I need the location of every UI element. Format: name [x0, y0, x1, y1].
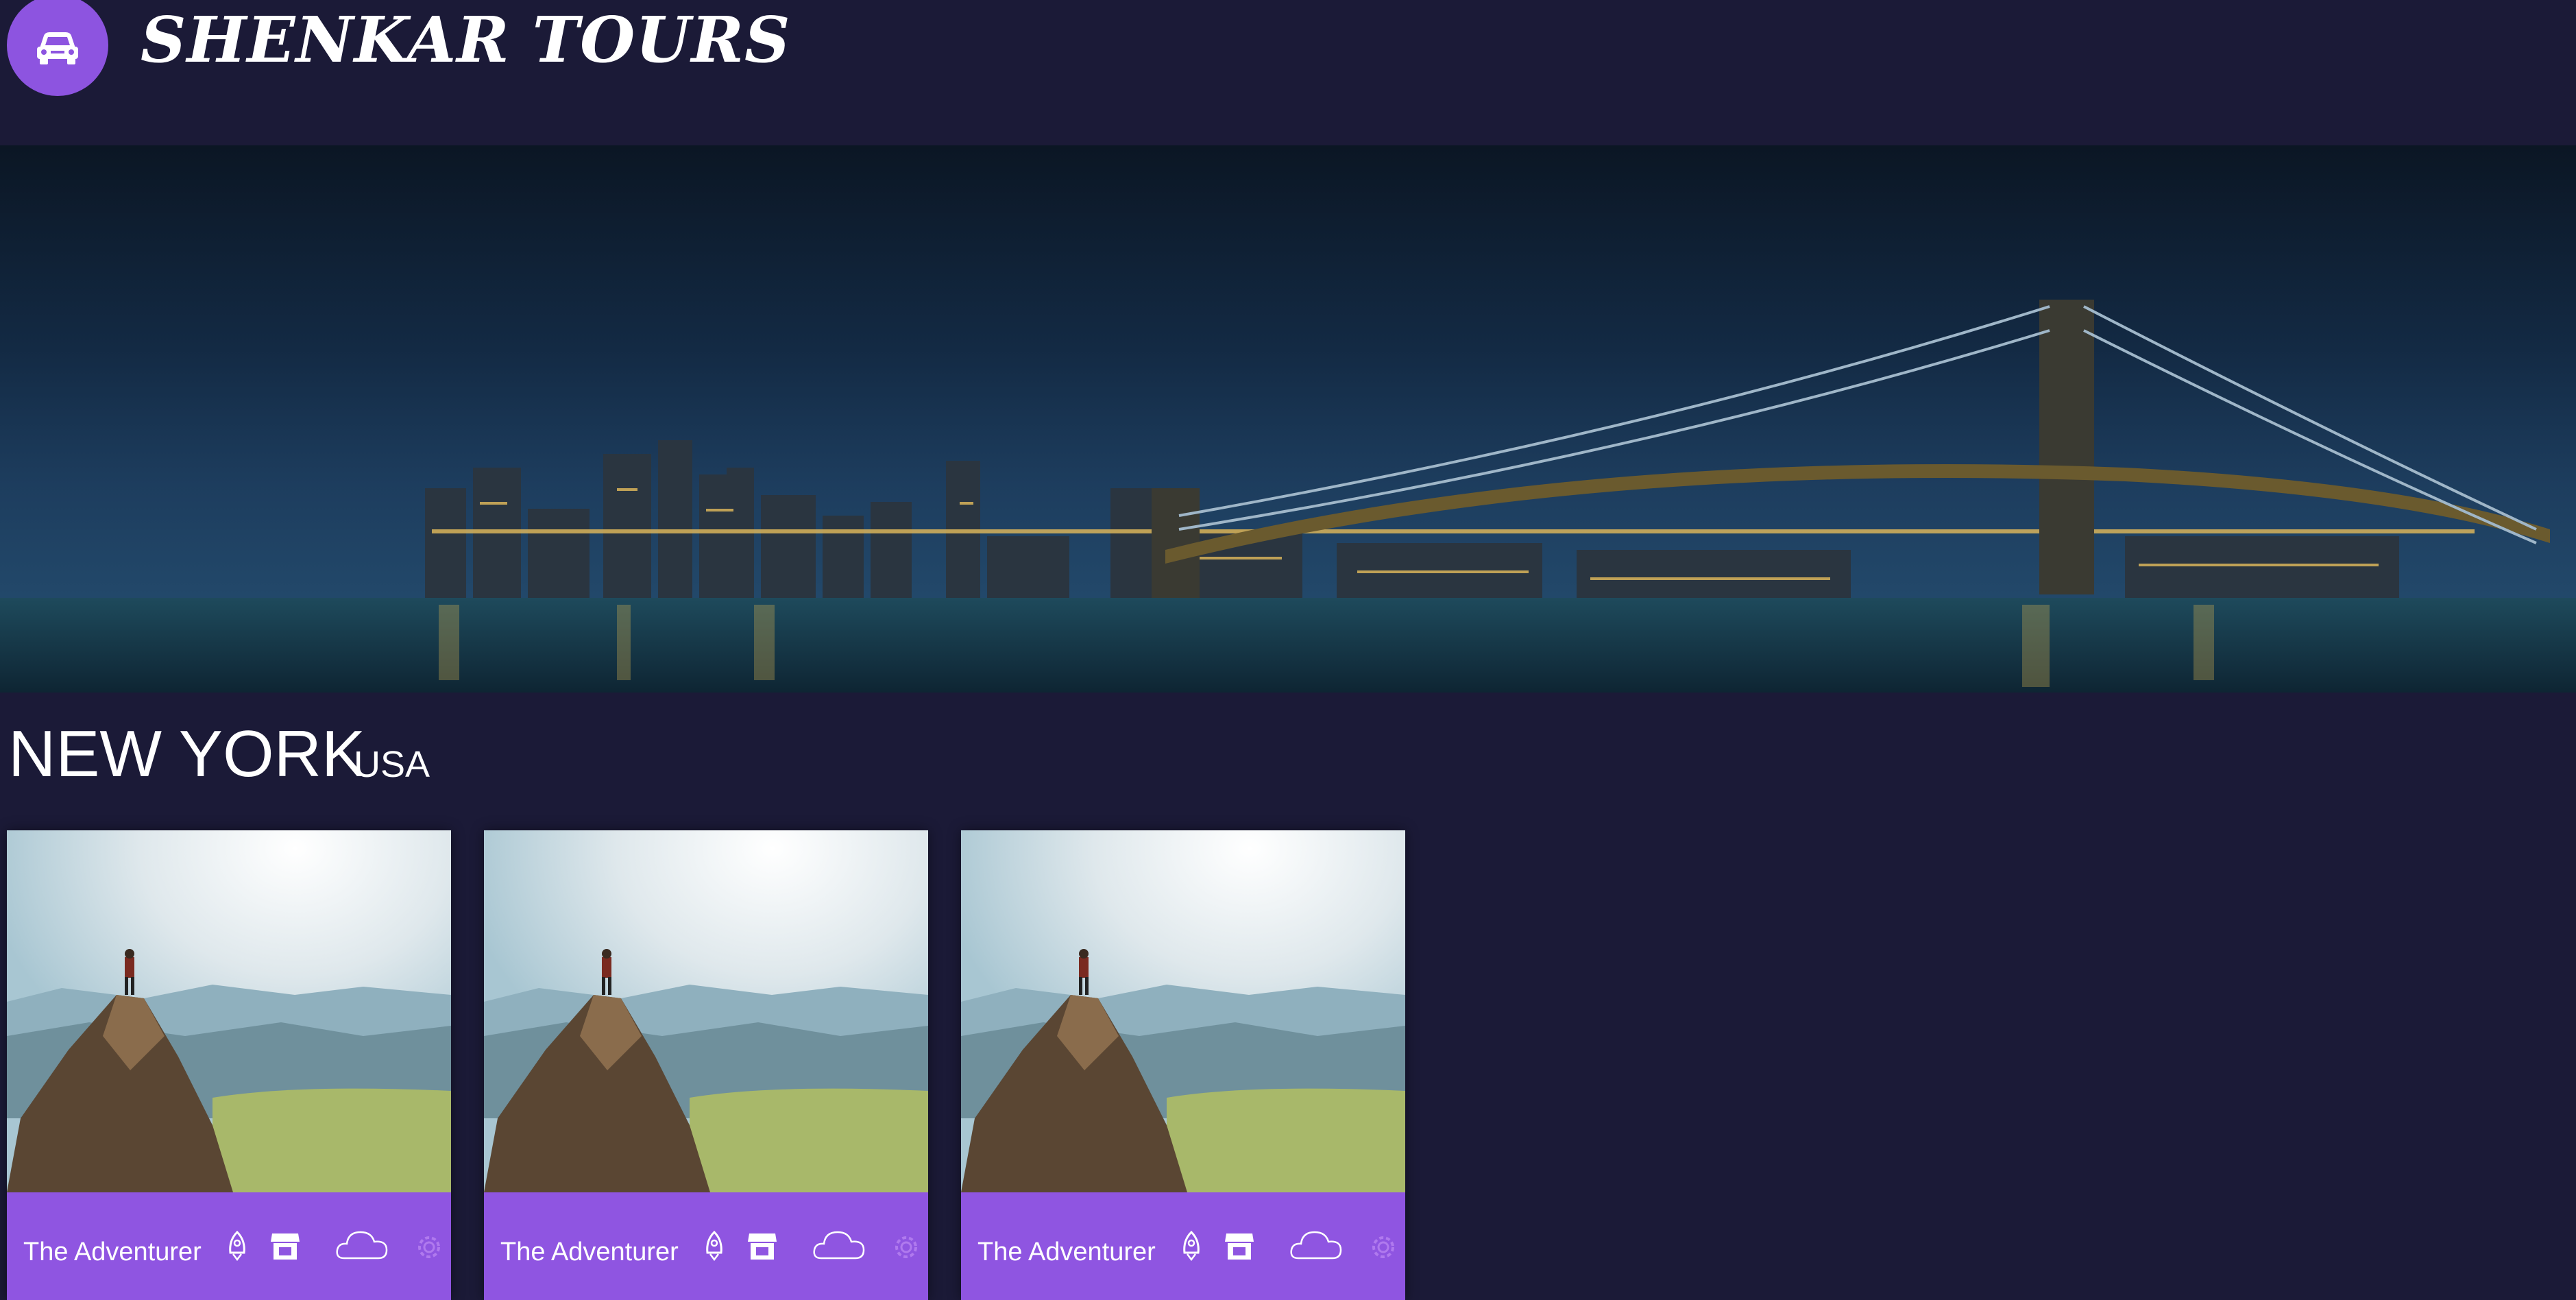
card-title: The Adventurer: [500, 1238, 679, 1266]
store-icon[interactable]: [746, 1231, 778, 1261]
gear-icon[interactable]: [890, 1231, 923, 1264]
tour-card[interactable]: The Adventurer: [961, 830, 1405, 1300]
hero-image: [0, 145, 2576, 693]
store-icon[interactable]: [1224, 1231, 1255, 1261]
site-header: SHENKAR TOURS: [0, 0, 2576, 145]
rocket-icon[interactable]: [702, 1231, 727, 1261]
gear-icon[interactable]: [413, 1231, 446, 1264]
tour-card[interactable]: The Adventurer: [7, 830, 451, 1300]
brand-title[interactable]: SHENKAR TOURS: [141, 3, 790, 77]
card-image: [7, 830, 451, 1192]
card-footer: The Adventurer: [484, 1192, 928, 1300]
page: SHENKAR TOURS NEW YORK USA The Adventure…: [0, 0, 2576, 1300]
card-footer: The Adventurer: [7, 1192, 451, 1300]
country-label: USA: [354, 744, 430, 785]
card-image: [484, 830, 928, 1192]
cloud-icon[interactable]: [1289, 1227, 1344, 1262]
store-icon[interactable]: [269, 1231, 301, 1261]
card-footer: The Adventurer: [961, 1192, 1405, 1300]
rocket-icon[interactable]: [225, 1231, 250, 1261]
card-image: [961, 830, 1405, 1192]
rocket-icon[interactable]: [1179, 1231, 1204, 1261]
cloud-icon[interactable]: [812, 1227, 866, 1262]
tour-card[interactable]: The Adventurer: [484, 830, 928, 1300]
city-title: NEW YORK: [8, 717, 365, 791]
gear-icon[interactable]: [1367, 1231, 1400, 1264]
card-title: The Adventurer: [977, 1238, 1156, 1266]
card-title: The Adventurer: [23, 1238, 202, 1266]
car-icon: [37, 32, 78, 64]
logo-badge[interactable]: [7, 0, 108, 96]
cloud-icon[interactable]: [335, 1227, 389, 1262]
